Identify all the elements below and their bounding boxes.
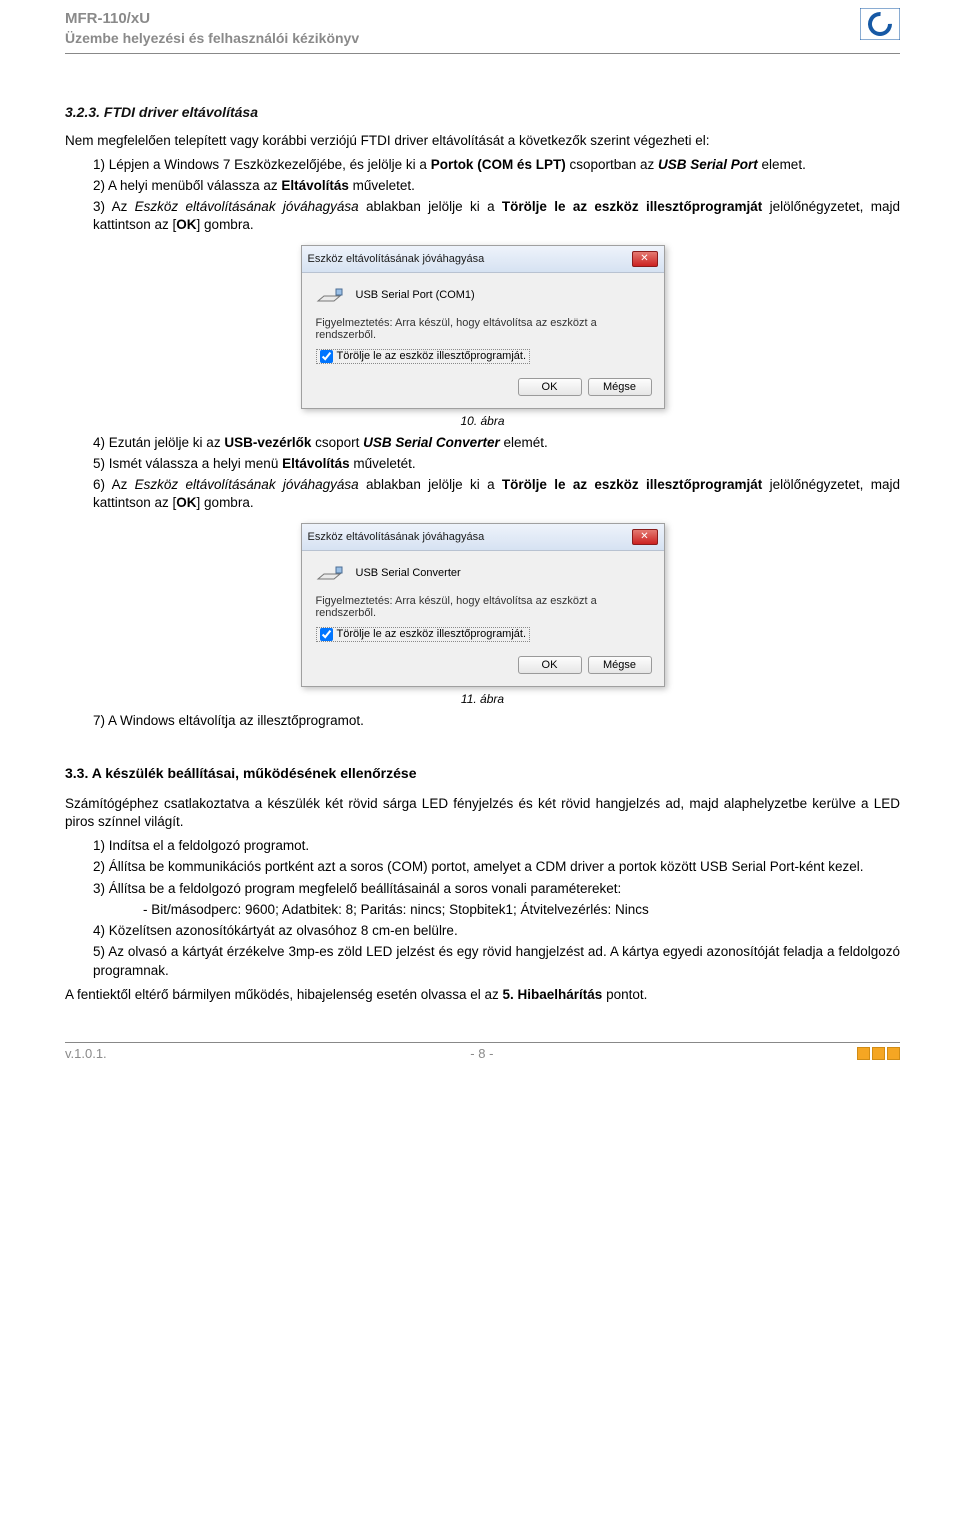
heading-323-num: 3.2.3. — [65, 104, 100, 120]
s33-step-5: 5) Az olvasó a kártyát érzékelve 3mp-es … — [93, 943, 900, 979]
delete-driver-checkbox[interactable]: Törölje le az eszköz illesztőprogramját. — [316, 349, 531, 364]
footer-logo-icon — [857, 1047, 900, 1060]
outro-33: A fentiektől eltérő bármilyen működés, h… — [65, 986, 900, 1004]
heading-33: 3.3. A készülék beállításai, működésének… — [65, 765, 900, 781]
page-footer: v.1.0.1. - 8 - — [65, 1042, 900, 1061]
device-icon — [316, 561, 346, 585]
ok-button[interactable]: OK — [518, 378, 582, 396]
step-4: 4) Ezután jelölje ki az USB-vezérlők cso… — [93, 434, 900, 452]
intro-33: Számítógéphez csatlakoztatva a készülék … — [65, 795, 900, 831]
heading-323-text: FTDI driver eltávolítása — [104, 104, 258, 120]
cancel-button[interactable]: Mégse — [588, 656, 652, 674]
s33-step-3: 3) Állítsa be a feldolgozó program megfe… — [93, 880, 900, 898]
heading-323: 3.2.3. FTDI driver eltávolítása — [65, 104, 900, 120]
step-1: 1) Lépjen a Windows 7 Eszközkezelőjébe, … — [93, 156, 900, 174]
company-logo — [860, 8, 900, 40]
dialog-title: Eszköz eltávolításának jóváhagyása — [308, 253, 485, 265]
confirm-dialog-1: Eszköz eltávolításának jóváhagyása ✕ USB… — [301, 245, 665, 409]
dialog-title: Eszköz eltávolításának jóváhagyása — [308, 531, 485, 543]
step-5: 5) Ismét válassza a helyi menü Eltávolít… — [93, 455, 900, 473]
device-name: USB Serial Port (COM1) — [356, 289, 475, 301]
page-header: MFR-110/xU Üzembe helyezési és felhaszná… — [65, 0, 900, 54]
figure-11: Eszköz eltávolításának jóváhagyása ✕ USB… — [65, 523, 900, 687]
footer-version: v.1.0.1. — [65, 1046, 107, 1061]
cancel-button[interactable]: Mégse — [588, 378, 652, 396]
s33-step-1: 1) Indítsa el a feldolgozó programot. — [93, 837, 900, 855]
confirm-dialog-2: Eszköz eltávolításának jóváhagyása ✕ USB… — [301, 523, 665, 687]
s33-step-2: 2) Állítsa be kommunikációs portként azt… — [93, 858, 900, 876]
ok-button[interactable]: OK — [518, 656, 582, 674]
step-2: 2) A helyi menüből válassza az Eltávolít… — [93, 177, 900, 195]
step-6: 6) Az Eszköz eltávolításának jóváhagyása… — [93, 476, 900, 512]
close-icon[interactable]: ✕ — [632, 529, 658, 545]
footer-page: - 8 - — [470, 1046, 493, 1061]
s33-step-3-sub: - Bit/másodperc: 9600; Adatbitek: 8; Par… — [93, 901, 900, 919]
step-3: 3) Az Eszköz eltávolításának jóváhagyása… — [93, 198, 900, 234]
warning-text: Figyelmeztetés: Arra készül, hogy eltávo… — [316, 595, 650, 619]
delete-driver-label: Törölje le az eszköz illesztőprogramját. — [337, 350, 527, 362]
product-code: MFR-110/xU — [65, 8, 359, 29]
s33-step-4: 4) Közelítsen azonosítókártyát az olvasó… — [93, 922, 900, 940]
step-7: 7) A Windows eltávolítja az illesztőprog… — [93, 712, 900, 730]
delete-driver-check-input[interactable] — [320, 628, 333, 641]
delete-driver-label: Törölje le az eszköz illesztőprogramját. — [337, 628, 527, 640]
close-icon[interactable]: ✕ — [632, 251, 658, 267]
doc-subtitle: Üzembe helyezési és felhasználói kézikön… — [65, 29, 359, 49]
figure-10-caption: 10. ábra — [65, 414, 900, 428]
intro-323: Nem megfelelően telepített vagy korábbi … — [65, 132, 900, 150]
figure-11-caption: 11. ábra — [65, 692, 900, 706]
warning-text: Figyelmeztetés: Arra készül, hogy eltávo… — [316, 317, 650, 341]
device-name: USB Serial Converter — [356, 567, 461, 579]
delete-driver-check-input[interactable] — [320, 350, 333, 363]
figure-10: Eszköz eltávolításának jóváhagyása ✕ USB… — [65, 245, 900, 409]
device-icon — [316, 283, 346, 307]
delete-driver-checkbox[interactable]: Törölje le az eszköz illesztőprogramját. — [316, 627, 531, 642]
